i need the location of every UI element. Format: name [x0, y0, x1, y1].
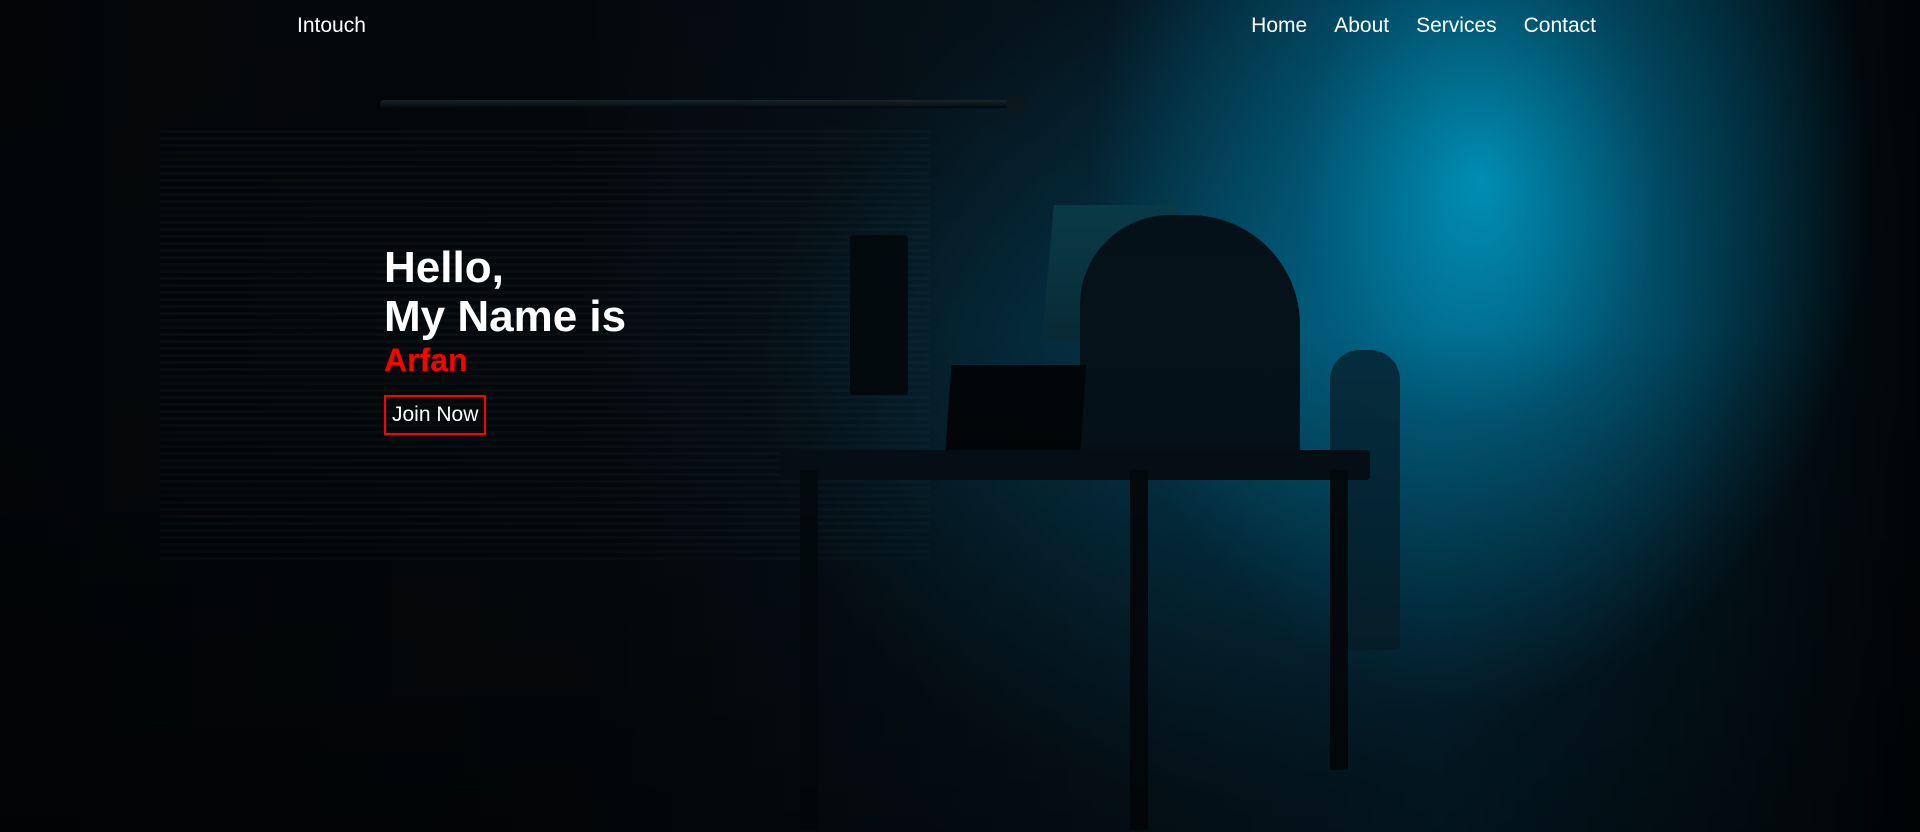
join-now-button[interactable]: Join Now	[384, 395, 487, 435]
site-logo[interactable]: Intouch	[297, 14, 366, 38]
hero-name: Arfan	[384, 342, 468, 378]
background-image	[0, 0, 1920, 832]
hero-section: Intouch Home About Services Contact Hell…	[0, 0, 1920, 832]
nav-link-contact[interactable]: Contact	[1524, 14, 1596, 37]
hero-greeting: Hello,	[384, 243, 504, 292]
navbar: Intouch Home About Services Contact	[0, 0, 1920, 52]
nav-links: Home About Services Contact	[1251, 14, 1596, 38]
vignette-overlay	[0, 0, 1920, 832]
nav-link-services[interactable]: Services	[1416, 14, 1497, 37]
hero-intro: My Name is	[384, 292, 627, 341]
nav-link-about[interactable]: About	[1334, 14, 1389, 37]
hero-text: Hello, My Name is Arfan Join Now	[384, 243, 626, 435]
nav-link-home[interactable]: Home	[1251, 14, 1307, 37]
